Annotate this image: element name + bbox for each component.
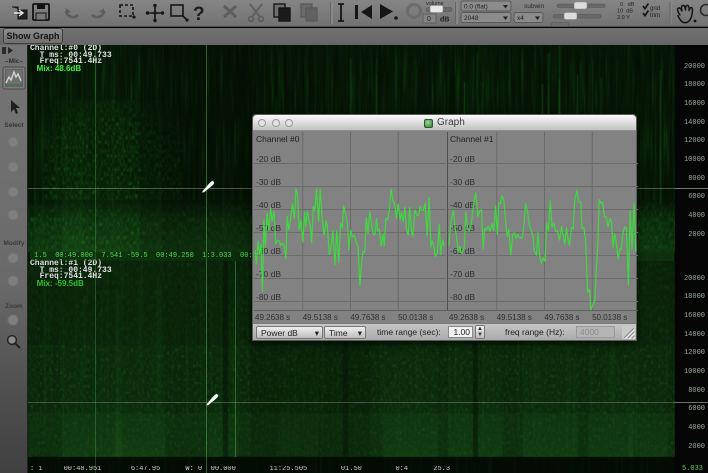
svg-text:Channel #1: Channel #1 (450, 134, 494, 144)
svg-text:-30 dB: -30 dB (450, 177, 475, 187)
svg-text:49.2638 s: 49.2638 s (449, 313, 484, 322)
svg-text:-40 dB: -40 dB (256, 200, 281, 210)
svg-text:2048: 2048 (464, 15, 479, 22)
svg-text:-70 dB: -70 dB (450, 269, 475, 279)
svg-text:-20 dB: -20 dB (256, 154, 281, 164)
svg-text:-80 dB: -80 dB (256, 292, 281, 302)
svg-text:50.0138 s: 50.0138 s (592, 313, 627, 322)
svg-text:-30 dB: -30 dB (256, 177, 281, 187)
svg-text:-80 dB: -80 dB (450, 292, 475, 302)
svg-text:subwin: subwin (524, 3, 545, 10)
svg-text:–Mic–: –Mic– (5, 58, 23, 65)
svg-text:49.7638 s: 49.7638 s (544, 313, 579, 322)
svg-text:Zoom: Zoom (5, 303, 23, 310)
svg-text:-20 dB: -20 dB (450, 154, 475, 164)
svg-text:0.0 (flat): 0.0 (flat) (464, 4, 488, 11)
svg-text:-70 dB: -70 dB (256, 269, 281, 279)
svg-text:Channel #0: Channel #0 (256, 134, 300, 144)
svg-text:0 dB: 0 dB (620, 2, 635, 8)
svg-text:Modify: Modify (4, 240, 25, 247)
svg-text:0: 0 (427, 16, 431, 23)
svg-text:2.0 Y: 2.0 Y (617, 15, 630, 21)
svg-text:-40 dB: -40 dB (450, 200, 475, 210)
svg-text:dB: dB (440, 17, 449, 24)
svg-text:49.2638 s: 49.2638 s (255, 313, 290, 322)
svg-text:49.7638 s: 49.7638 s (350, 313, 385, 322)
svg-text:10 dB: 10 dB (617, 9, 633, 15)
svg-text:?: ? (193, 4, 205, 25)
svg-text:49.5138 s: 49.5138 s (303, 313, 338, 322)
svg-text:x4: x4 (517, 15, 524, 22)
svg-text:49.5138 s: 49.5138 s (497, 313, 532, 322)
svg-text:grid: grid (650, 6, 660, 12)
svg-text:trim: trim (650, 13, 660, 19)
svg-text:50.0138 s: 50.0138 s (398, 313, 433, 322)
svg-text:Select: Select (4, 122, 24, 129)
